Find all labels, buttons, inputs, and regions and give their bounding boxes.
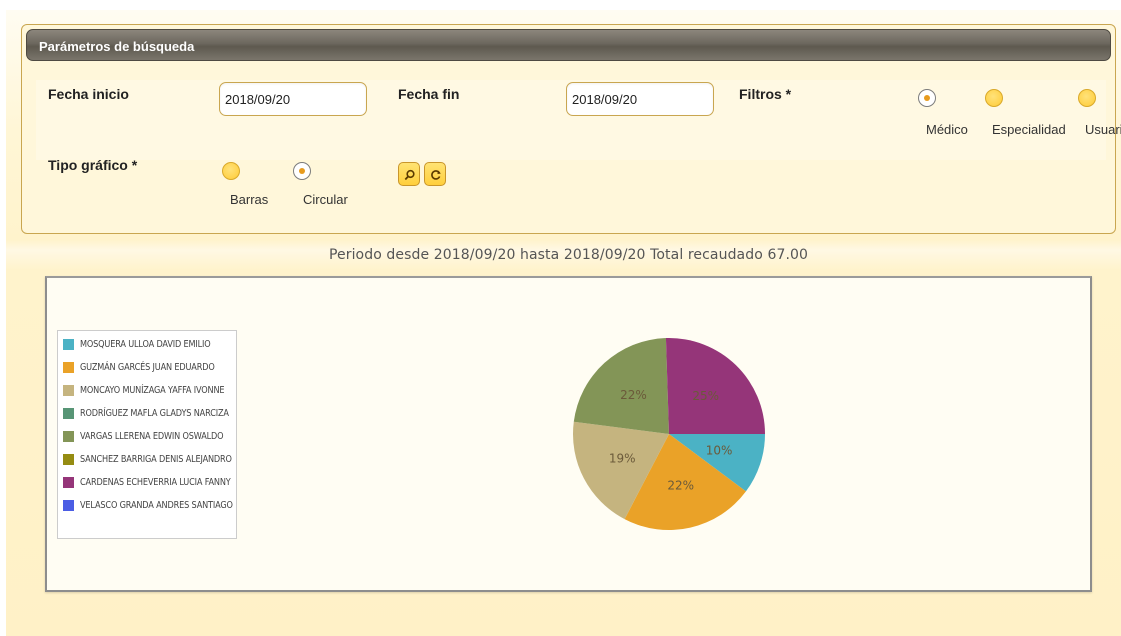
fecha-inicio-label: Fecha inicio: [48, 86, 129, 102]
report-title: Periodo desde 2018/09/20 hasta 2018/09/2…: [328, 247, 809, 263]
fecha-inicio-input[interactable]: 2018/09/20: [219, 82, 367, 116]
refresh-button[interactable]: [424, 162, 446, 186]
search-icon: [404, 169, 415, 181]
legend-swatch: [63, 499, 74, 511]
pie-slice: [665, 338, 765, 434]
filtro-usuario-label: Usuari: [1085, 122, 1121, 137]
pie-slice-label: 25%: [692, 389, 719, 403]
pie-slice-label: 22%: [667, 478, 694, 492]
pie-slice-label: 19%: [609, 451, 636, 465]
legend-label: MONCAYO MUNÍZAGA YAFFA IVONNE: [80, 384, 225, 396]
legend-swatch: [63, 476, 74, 488]
search-button[interactable]: [398, 162, 420, 186]
legend-swatch: [63, 338, 74, 350]
legend-item: VARGAS LLERENA EDWIN OSWALDO: [63, 429, 247, 443]
legend-item: MONCAYO MUNÍZAGA YAFFA IVONNE: [63, 383, 248, 397]
filtro-medico-label: Médico: [926, 122, 968, 137]
filtro-especialidad-label: Especialidad: [992, 122, 1066, 137]
tipo-grafico-label: Tipo gráfico *: [48, 157, 138, 173]
tipo-circular-radio[interactable]: [293, 162, 311, 180]
legend-item: SANCHEZ BARRIGA DENIS ALEJANDRO: [63, 452, 257, 466]
legend-item: CARDENAS ECHEVERRIA LUCIA FANNY: [63, 475, 255, 489]
pie-slice: [573, 338, 669, 434]
fecha-fin-input[interactable]: 2018/09/20: [566, 82, 714, 116]
legend-label: GUZMÁN GARCÉS JUAN EDUARDO: [80, 361, 215, 373]
legend-label: CARDENAS ECHEVERRIA LUCIA FANNY: [80, 476, 231, 488]
filtro-especialidad-radio[interactable]: [985, 89, 1003, 107]
tipo-circular-label: Circular: [303, 192, 348, 207]
pie-chart: 10% 22% 19% 22% 25%: [573, 338, 765, 530]
legend-item: MOSQUERA ULLOA DAVID EMILIO: [63, 337, 232, 351]
legend-swatch: [63, 361, 74, 373]
legend-swatch: [63, 453, 74, 465]
filtro-usuario-radio[interactable]: [1078, 89, 1096, 107]
tipo-barras-radio[interactable]: [222, 162, 240, 180]
legend-label: RODRÍGUEZ MAFLA GLADYS NARCIZA: [80, 407, 229, 419]
legend-label: VELASCO GRANDA ANDRES SANTIAGO: [80, 499, 233, 511]
tipo-barras-label: Barras: [230, 192, 269, 207]
fecha-fin-label: Fecha fin: [398, 86, 460, 102]
pie-slice-label: 10%: [706, 444, 733, 458]
legend-item: VELASCO GRANDA ANDRES SANTIAGO: [63, 498, 258, 512]
chart-legend: MOSQUERA ULLOA DAVID EMILIO GUZMÁN GARCÉS…: [57, 330, 237, 539]
filtros-label: Filtros *: [739, 86, 792, 102]
legend-item: GUZMÁN GARCÉS JUAN EDUARDO: [63, 360, 237, 374]
refresh-icon: [431, 170, 441, 180]
legend-swatch: [63, 430, 74, 442]
legend-swatch: [63, 384, 74, 396]
pie-slice-label: 22%: [620, 388, 647, 402]
filtro-medico-radio[interactable]: [918, 89, 936, 107]
legend-item: RODRÍGUEZ MAFLA GLADYS NARCIZA: [63, 406, 253, 420]
panel-header: Parámetros de búsqueda: [26, 29, 1111, 61]
legend-swatch: [63, 407, 74, 419]
legend-label: SANCHEZ BARRIGA DENIS ALEJANDRO: [80, 453, 232, 465]
legend-label: MOSQUERA ULLOA DAVID EMILIO: [80, 338, 211, 350]
legend-label: VARGAS LLERENA EDWIN OSWALDO: [80, 430, 224, 442]
